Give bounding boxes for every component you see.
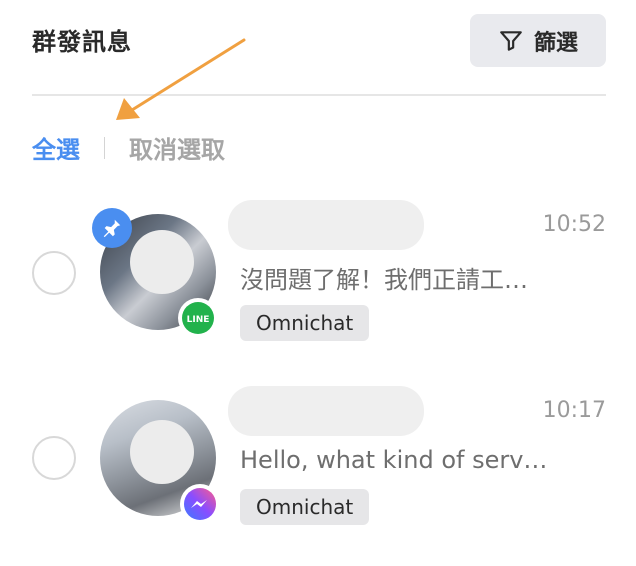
contact-name-placeholder bbox=[228, 200, 424, 250]
filter-icon bbox=[500, 30, 522, 51]
selection-separator bbox=[104, 136, 105, 159]
messenger-icon bbox=[180, 484, 220, 524]
selection-controls: 全選 取消選取 bbox=[32, 130, 225, 165]
select-radio[interactable] bbox=[32, 436, 76, 480]
filter-button[interactable]: 篩選 bbox=[470, 14, 606, 67]
pin-icon bbox=[92, 208, 132, 248]
svg-text:LINE: LINE bbox=[187, 315, 210, 325]
page-title: 群發訊息 bbox=[32, 28, 132, 56]
message-preview: Hello, what kind of serv… bbox=[240, 446, 548, 474]
select-radio[interactable] bbox=[32, 251, 76, 295]
filter-button-label: 篩選 bbox=[533, 30, 578, 56]
message-time: 10:52 bbox=[542, 212, 606, 237]
deselect-link[interactable]: 取消選取 bbox=[129, 130, 225, 165]
select-all-link[interactable]: 全選 bbox=[32, 130, 80, 165]
header-divider bbox=[32, 94, 606, 96]
channel-tag: Omnichat bbox=[240, 305, 370, 341]
line-icon: LINE bbox=[178, 298, 218, 338]
message-preview: 沒問題了解！我們正請工… bbox=[240, 266, 528, 294]
contact-name-placeholder bbox=[228, 386, 424, 436]
channel-tag: Omnichat bbox=[240, 489, 370, 525]
message-time: 10:17 bbox=[542, 398, 606, 423]
